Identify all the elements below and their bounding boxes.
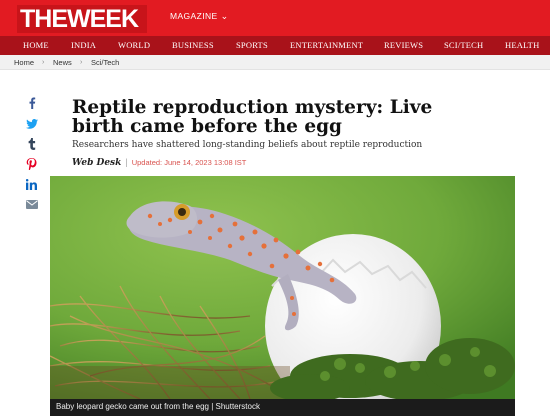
article-title: Reptile reproduction mystery: Live birth… [72,97,433,137]
hero-image [50,176,515,399]
main-nav: HOME INDIA WORLD BUSINESS SPORTS ENTERTA… [0,36,550,55]
tumblr-icon[interactable] [23,136,40,151]
breadcrumb: Home › News › Sci/Tech [0,55,550,70]
breadcrumb-separator: › [42,59,45,66]
top-header: THEWEEK MAGAZINE ⌄ [0,0,550,36]
breadcrumb-home[interactable]: Home [14,55,34,70]
facebook-icon[interactable] [23,95,40,110]
breadcrumb-scitech[interactable]: Sci/Tech [91,55,119,70]
nav-item-sports[interactable]: SPORTS [236,36,268,55]
nav-item-scitech[interactable]: SCI/TECH [444,36,483,55]
updated-timestamp: Updated: June 14, 2023 13:08 IST [131,158,247,167]
linkedin-icon[interactable] [23,177,40,192]
magazine-menu[interactable]: MAGAZINE ⌄ [170,10,229,22]
magazine-label: MAGAZINE [170,11,218,21]
author-link[interactable]: Web Desk [72,158,121,168]
nav-item-business[interactable]: BUSINESS [172,36,214,55]
byline-separator: | [125,157,128,167]
nav-item-health[interactable]: HEALTH [505,36,539,55]
site-logo[interactable]: THEWEEK [17,5,147,33]
image-caption: Baby leopard gecko came out from the egg… [50,399,515,416]
article-standfirst: Researchers have shattered long-standing… [72,140,423,150]
article-byline: Web Desk | Updated: June 14, 2023 13:08 IS… [72,157,246,168]
breadcrumb-news[interactable]: News [53,55,72,70]
nav-item-india[interactable]: INDIA [71,36,96,55]
breadcrumb-separator: › [80,59,83,66]
twitter-icon[interactable] [23,116,40,131]
email-icon[interactable] [23,197,40,212]
pinterest-icon[interactable] [23,156,40,171]
nav-item-entertainment[interactable]: ENTERTAINMENT [290,36,363,55]
nav-item-world[interactable]: WORLD [118,36,150,55]
chevron-down-icon: ⌄ [220,11,229,21]
nav-item-home[interactable]: HOME [23,36,49,55]
nav-item-reviews[interactable]: REVIEWS [384,36,423,55]
